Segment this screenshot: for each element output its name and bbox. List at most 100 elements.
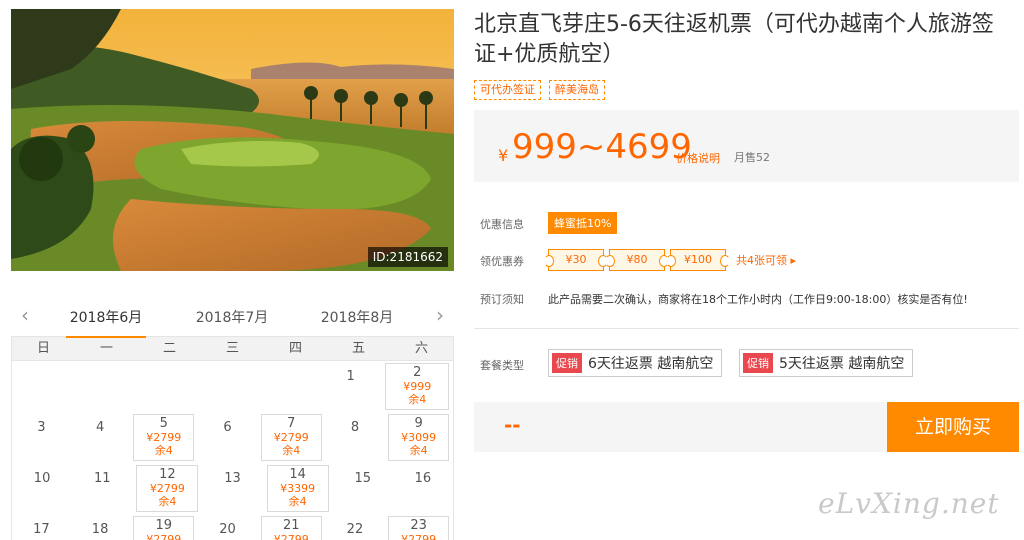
month-tab-august[interactable]: 2018年8月 [317,307,397,327]
weekday-sat: 六 [414,341,428,356]
day-number: 15 [354,471,372,486]
weekday-tue: 二 [162,341,176,356]
package-name: 6天往返票 越南航空 [588,356,714,372]
more-coupons-link[interactable]: 共4张可领 ▸ [736,252,796,268]
promo-badge: 蜂蜜抵10% [548,212,618,234]
calendar-day-cell: 22 [326,514,385,540]
photo-id-label: ID:2181662 [367,247,448,267]
day-price: ¥999 [403,380,432,393]
weekday-wed: 三 [225,341,239,356]
day-price: ¥2799 [273,431,309,444]
weekday-sun: 日 [36,341,50,356]
calendar-grid: 1 2 ¥999 余4 3 4 5 ¥2799 余4 6 7 ¥2799 余4 8 9 ¥3099 余4 10 11… [11,361,454,540]
calendar-week-row: 1 2 ¥999 余4 [12,361,453,412]
calendar-day-priced[interactable]: 19¥2799余4 [133,516,195,540]
day-remaining: 余4 [282,444,301,457]
product-photo: ID:2181662 [11,9,454,271]
day-number: 10 [33,471,51,486]
calendar-day-priced[interactable]: 2 ¥999 余4 [385,363,450,410]
coupon-80[interactable]: ¥80 [605,249,669,271]
product-title: 北京直飞芽庄5-6天往返机票（可代办越南个人旅游签证+优质航空） [474,12,994,67]
month-tab-july[interactable]: 2018年7月 [192,307,272,327]
day-number: 13 [224,471,241,486]
calendar-day-cell [74,361,136,412]
day-remaining: 余4 [288,495,307,508]
day-number: 17 [33,522,50,537]
day-remaining: 余4 [158,495,177,508]
calendar-day-cell: 13 [202,463,262,514]
coupon-label: 领优惠券 [480,255,524,268]
price-range: 999~4699 [512,127,692,167]
calendar-day-priced[interactable]: 9 ¥3099 余4 [388,414,450,461]
calendar-day-cell: 11 [72,463,132,514]
day-number: 18 [91,522,109,537]
day-number: 8 [350,420,360,435]
calendar-day-cell: 18 [71,514,130,540]
day-remaining: 余4 [409,444,428,457]
day-number: 5 [159,416,168,431]
day-price: ¥3099 [401,431,437,444]
coupon-100[interactable]: ¥100 [666,249,730,271]
product-tags: 可代办签证 醉美海岛 [474,80,605,100]
booking-notice: 此产品需要二次确认，商家将在18个工作小时内（工作日9:00-18:00）核实是… [548,293,968,306]
day-number: 3 [37,420,46,435]
calendar-week-row: 10 11 12 ¥2799 余4 13 14 ¥3399 余4 15 16 [12,463,453,514]
day-price: ¥2799 [401,533,437,540]
calendar-day-priced[interactable]: 7 ¥2799 余4 [260,414,322,461]
day-number: 1 [346,369,355,384]
calendar-day-cell: 16 [393,463,453,514]
tag-visa: 可代办签证 [474,80,541,100]
monthly-sales: 月售52 [734,151,770,164]
selected-price-bar: -- [474,402,887,452]
month-tab-june[interactable]: 2018年6月 [66,307,146,338]
selected-price: -- [504,413,521,437]
calendar-day-cell [258,361,320,412]
watermark: eLvXing.net [818,487,1000,520]
calendar-day-cell [135,361,197,412]
calendar-week-row: 3 4 5 ¥2799 余4 6 7 ¥2799 余4 8 9 ¥3099 余4 [12,412,453,463]
calendar-day-priced[interactable]: 21¥2799余4 [260,516,322,540]
price-calendar: ‹ 2018年6月 2018年7月 2018年8月 › 日 一 二 三 四 五 … [11,297,454,540]
day-number: 2 [413,365,422,380]
day-number: 7 [287,416,296,431]
package-name: 5天往返票 越南航空 [779,356,905,372]
day-price: ¥2799 [146,431,182,444]
weekday-fri: 五 [351,341,365,356]
day-remaining: 余4 [154,444,173,457]
calendar-day-cell: 10 [12,463,72,514]
weekday-thu: 四 [288,341,302,356]
calendar-day-cell: 6 [198,412,257,463]
calendar-day-priced[interactable]: 5 ¥2799 余4 [133,414,195,461]
weekday-mon: 一 [99,341,113,356]
day-number: 22 [346,522,364,537]
calendar-day-cell: 4 [71,412,130,463]
discount-label: 优惠信息 [480,218,524,231]
price-explain-link[interactable]: 价格说明 [676,150,720,166]
buy-now-button[interactable]: 立即购买 [887,402,1019,452]
day-number: 19 [155,518,173,533]
chevron-left-icon[interactable]: ‹ [15,303,35,327]
day-price: ¥3399 [280,482,316,495]
chevron-right-icon[interactable]: › [430,303,450,327]
calendar-day-priced[interactable]: 23¥2799余4 [388,516,450,540]
day-price: ¥2799 [146,533,182,540]
notice-label: 预订须知 [480,293,524,306]
coupon-30[interactable]: ¥30 [544,249,608,271]
day-number: 21 [282,518,300,533]
package-option-5day[interactable]: 促销 5天往返票 越南航空 [739,349,914,377]
promo-tag: 促销 [552,353,582,373]
day-number: 6 [223,420,232,435]
day-number: 12 [159,467,176,482]
calendar-day-cell: 17 [12,514,71,540]
calendar-day-priced[interactable]: 14 ¥3399 余4 [266,465,329,512]
package-option-6day[interactable]: 促销 6天往返票 越南航空 [548,349,723,377]
day-number: 4 [95,420,105,435]
calendar-day-cell: 1 [320,361,382,412]
day-number: 14 [289,467,306,482]
day-remaining: 余4 [408,393,427,406]
calendar-day-priced[interactable]: 12 ¥2799 余4 [136,465,199,512]
divider [474,328,1019,329]
calendar-day-cell: 15 [333,463,393,514]
price-box: ¥ 999~4699 价格说明 月售52 [474,110,1019,182]
promo-tag: 促销 [743,353,773,373]
